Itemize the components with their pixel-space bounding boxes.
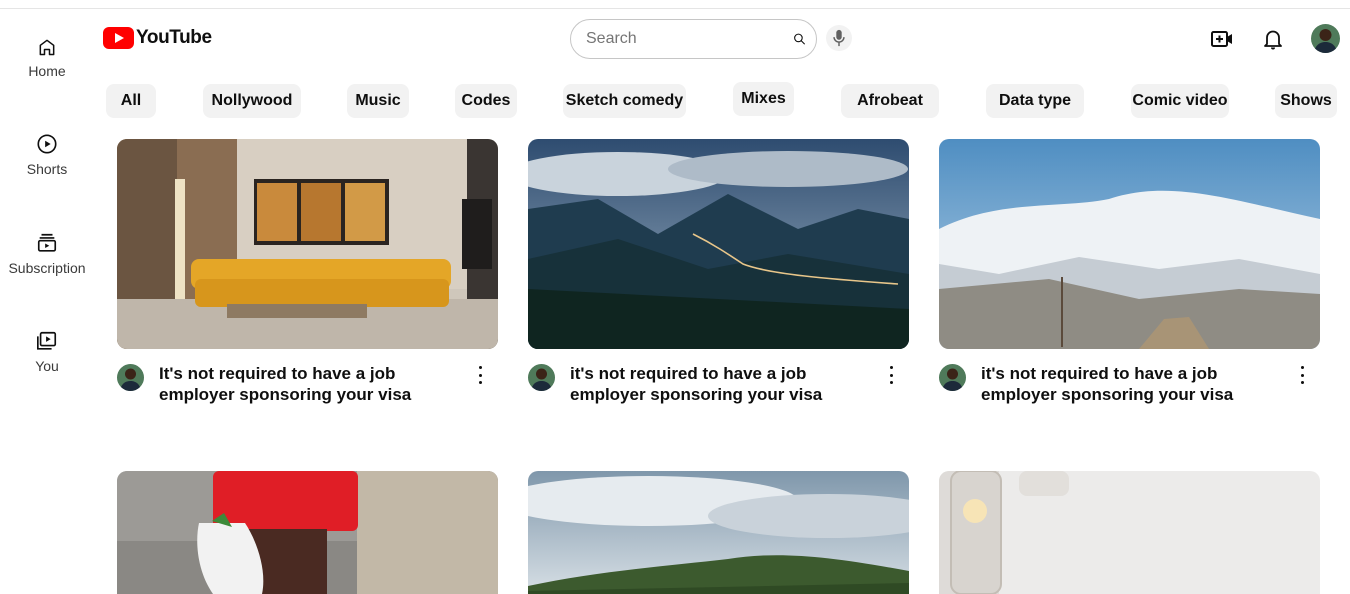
more-options-icon[interactable] (477, 366, 483, 384)
sidebar-item-subscription[interactable]: Subscription (0, 232, 94, 276)
search-input[interactable] (586, 30, 793, 48)
create-button[interactable] (1210, 28, 1234, 50)
video-thumbnail[interactable] (528, 471, 909, 594)
channel-avatar[interactable] (939, 364, 966, 391)
top-divider (0, 8, 1350, 9)
chip-comic-video[interactable]: Comic video (1131, 84, 1229, 118)
subscriptions-icon (37, 233, 57, 252)
sidebar-item-you[interactable]: You (0, 330, 94, 374)
video-title[interactable]: it's not required to have a job employer… (570, 363, 870, 405)
sidebar-label-subscription: Subscription (8, 260, 86, 276)
notifications-icon (1264, 30, 1282, 50)
channel-avatar[interactable] (117, 364, 144, 391)
more-options-icon[interactable] (888, 366, 894, 384)
chip-nollywood[interactable]: Nollywood (203, 84, 301, 118)
video-thumbnail[interactable] (939, 139, 1320, 349)
chip-sketch-comedy[interactable]: Sketch comedy (563, 84, 686, 118)
chip-shows[interactable]: Shows (1275, 84, 1337, 118)
mic-icon (833, 29, 845, 47)
sidebar-item-home[interactable]: Home (0, 37, 94, 79)
chip-mixes[interactable]: Mixes (733, 82, 794, 116)
search-box (570, 19, 817, 59)
video-thumbnail[interactable] (117, 139, 498, 349)
logo-text: YouTube (136, 27, 212, 48)
chip-afrobeat[interactable]: Afrobeat (841, 84, 939, 118)
youtube-logo[interactable]: YouTube (103, 27, 212, 49)
chip-codes[interactable]: Codes (455, 84, 517, 118)
search-icon[interactable] (793, 29, 806, 49)
video-title[interactable]: it's not required to have a job employer… (981, 363, 1281, 405)
sidebar-label-shorts: Shorts (26, 161, 68, 177)
shorts-icon (37, 134, 57, 154)
chip-all[interactable]: All (106, 84, 156, 118)
sidebar-item-shorts[interactable]: Shorts (0, 133, 94, 177)
video-thumbnail[interactable] (528, 139, 909, 349)
video-thumbnail[interactable] (117, 471, 498, 594)
video-thumbnail[interactable] (939, 471, 1320, 594)
avatar[interactable] (1311, 24, 1340, 53)
channel-avatar[interactable] (528, 364, 555, 391)
more-options-icon[interactable] (1299, 366, 1305, 384)
youtube-play-icon (103, 27, 134, 49)
chip-data-type[interactable]: Data type (986, 84, 1084, 118)
sidebar-label-home: Home (28, 63, 66, 79)
sidebar-label-you: You (35, 358, 59, 374)
notifications-button[interactable] (1263, 28, 1283, 50)
create-video-icon (1211, 31, 1232, 47)
video-title[interactable]: It's not required to have a job employer… (159, 363, 459, 405)
library-icon (37, 331, 57, 350)
voice-search-button[interactable] (826, 25, 852, 51)
home-icon (39, 39, 55, 56)
chip-music[interactable]: Music (347, 84, 409, 118)
